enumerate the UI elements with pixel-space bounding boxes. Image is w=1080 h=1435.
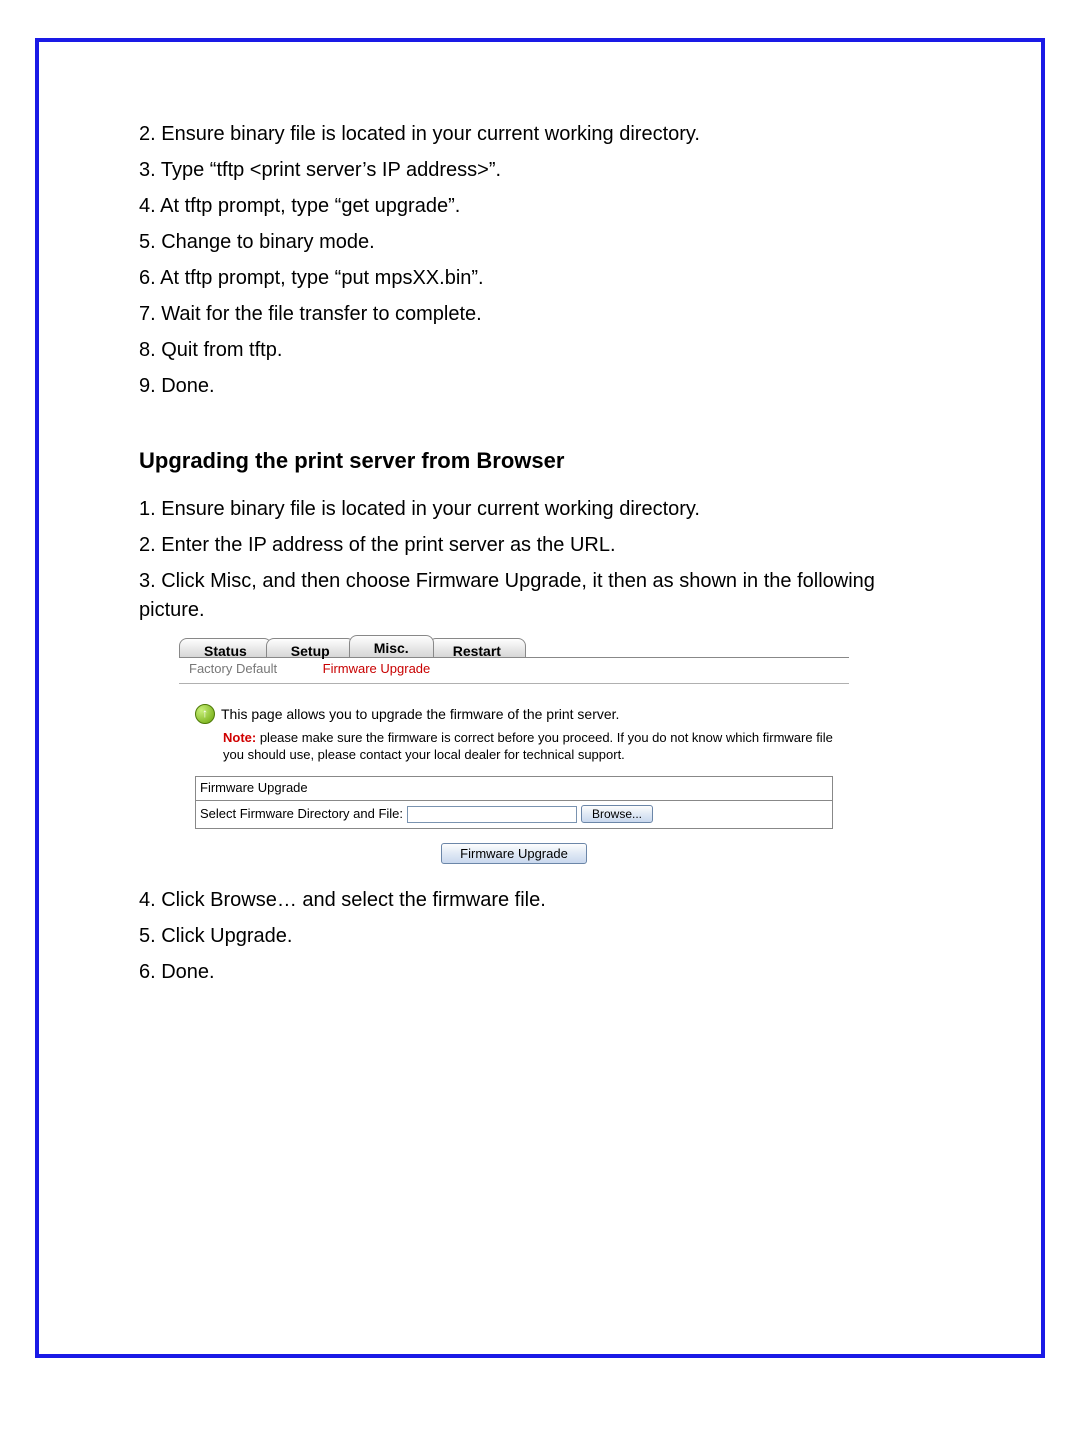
subnav-factory-default[interactable]: Factory Default — [189, 660, 319, 679]
panel: ↑ This page allows you to upgrade the fi… — [179, 683, 849, 866]
file-label: Select Firmware Directory and File: — [200, 805, 403, 824]
sub-nav: Factory Default Firmware Upgrade — [179, 657, 849, 683]
section-title: Upgrading the print server from Browser — [139, 445, 941, 477]
browser-step-5: 5. Click Upgrade. — [139, 922, 941, 951]
info-text: This page allows you to upgrade the firm… — [221, 704, 619, 724]
tftp-step-3: 3. Type “tftp <print server’s IP address… — [139, 156, 941, 185]
tftp-step-4: 4. At tftp prompt, type “get upgrade”. — [139, 192, 941, 221]
info-icon: ↑ — [195, 704, 215, 724]
browse-button[interactable]: Browse... — [581, 805, 653, 823]
tftp-step-5: 5. Change to binary mode. — [139, 228, 941, 257]
upgrade-row: Firmware Upgrade — [195, 829, 833, 866]
tab-status[interactable]: Status — [179, 638, 272, 657]
tab-misc[interactable]: Misc. — [349, 635, 434, 657]
tftp-step-9: 9. Done. — [139, 372, 941, 401]
firmware-box-header: Firmware Upgrade — [196, 777, 832, 801]
browser-step-4: 4. Click Browse… and select the firmware… — [139, 886, 941, 915]
tab-restart[interactable]: Restart — [428, 638, 526, 657]
firmware-box: Firmware Upgrade Select Firmware Directo… — [195, 776, 833, 829]
browser-step-3: 3. Click Misc, and then choose Firmware … — [139, 567, 941, 625]
tftp-step-7: 7. Wait for the file transfer to complet… — [139, 300, 941, 329]
page-border: 2. Ensure binary file is located in your… — [35, 38, 1045, 1358]
note-label: Note: — [223, 730, 256, 745]
tftp-step-6: 6. At tftp prompt, type “put mpsXX.bin”. — [139, 264, 941, 293]
tab-setup[interactable]: Setup — [266, 638, 355, 657]
firmware-upgrade-button[interactable]: Firmware Upgrade — [441, 843, 587, 864]
info-line: ↑ This page allows you to upgrade the fi… — [195, 704, 833, 724]
document-content: 2. Ensure binary file is located in your… — [139, 120, 941, 987]
file-input[interactable] — [407, 806, 577, 823]
file-row: Select Firmware Directory and File: Brow… — [196, 801, 832, 828]
note-text: please make sure the firmware is correct… — [223, 730, 833, 762]
note: Note: please make sure the firmware is c… — [223, 730, 833, 764]
firmware-upgrade-screenshot: Status Setup Misc. Restart Factory Defau… — [179, 635, 849, 866]
browser-step-6: 6. Done. — [139, 958, 941, 987]
browser-step-1: 1. Ensure binary file is located in your… — [139, 495, 941, 524]
tftp-step-8: 8. Quit from tftp. — [139, 336, 941, 365]
subnav-firmware-upgrade[interactable]: Firmware Upgrade — [323, 661, 431, 676]
tftp-step-2: 2. Ensure binary file is located in your… — [139, 120, 941, 149]
browser-step-2: 2. Enter the IP address of the print ser… — [139, 531, 941, 560]
tab-bar: Status Setup Misc. Restart — [179, 635, 849, 657]
